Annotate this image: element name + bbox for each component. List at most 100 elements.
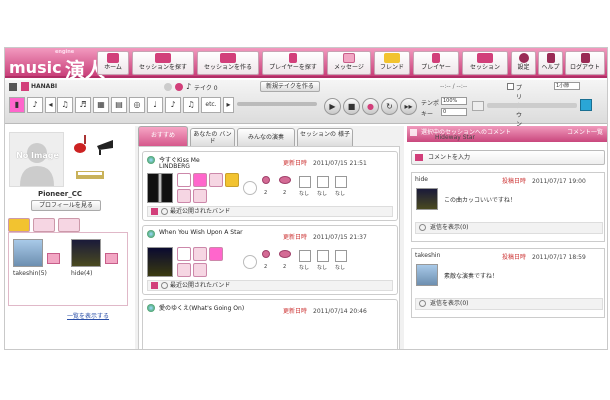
tab-recommended[interactable]: おすすめ bbox=[138, 126, 188, 146]
mixer-icon[interactable]: ▮ bbox=[9, 97, 25, 113]
friend-item[interactable]: hide(4) bbox=[71, 239, 123, 277]
fast-forward-button[interactable]: ▸▸ bbox=[400, 98, 417, 115]
nav-label: セッションを探す bbox=[138, 64, 187, 71]
nav-player-button[interactable]: プレイヤー bbox=[413, 51, 459, 75]
comment-input-label: コメントを入力 bbox=[428, 154, 471, 161]
session-card[interactable]: When You Wish Upon A Star 更新日時 2011/07/15… bbox=[142, 225, 398, 295]
show-replies-button[interactable]: 返信を表示(0) bbox=[415, 298, 603, 310]
comment-date-value: 2011/07/17 18:59 bbox=[532, 254, 586, 261]
nav-find-session-button[interactable]: セッションを探す bbox=[132, 51, 194, 75]
band-mini-icon bbox=[175, 83, 183, 91]
comment-text: この曲カッコいいですね！ bbox=[444, 197, 516, 204]
comment-input-button[interactable]: コメントを入力 bbox=[411, 150, 605, 165]
bass-part-icon bbox=[209, 173, 223, 187]
nav-create-session-button[interactable]: セッションを作る bbox=[197, 51, 259, 75]
count-in-select[interactable]: 1小節 bbox=[554, 82, 580, 90]
record-button[interactable]: ● bbox=[362, 98, 379, 115]
count-in-checkbox[interactable] bbox=[507, 83, 514, 90]
mail-icon[interactable] bbox=[47, 253, 60, 264]
guitar-icon bbox=[74, 135, 86, 153]
session-tab-icon[interactable] bbox=[58, 218, 80, 232]
view-profile-button[interactable]: プロフィールを見る bbox=[31, 200, 101, 211]
nav-message-button[interactable]: メッセージ bbox=[327, 51, 371, 75]
comment-text: 素敵な演奏ですね！ bbox=[444, 273, 499, 280]
comment-user[interactable]: takeshin bbox=[415, 252, 440, 259]
band-count: 2 bbox=[283, 190, 287, 196]
no-image-text: No Image bbox=[16, 151, 59, 160]
nav-help-button[interactable]: ヘルプ bbox=[538, 51, 563, 75]
nav-friend-button[interactable]: フレンド bbox=[374, 51, 410, 75]
updated-date: 更新日時 2011/07/15 21:51 bbox=[283, 158, 367, 167]
stat-value: なし bbox=[317, 265, 328, 271]
comment-column: 選択中のセッションへのコメント Hideway Star コメント一覧 コメント… bbox=[407, 126, 607, 349]
guitar-icon[interactable]: ♪ bbox=[27, 97, 43, 113]
session-card[interactable]: 愛のゆくえ(What's Going On) 更新日時 2011/07/14 20… bbox=[142, 299, 398, 349]
stat-value: なし bbox=[299, 191, 310, 197]
stat-box-1 bbox=[299, 250, 311, 262]
volume-slider[interactable] bbox=[487, 103, 577, 108]
nav-logout-button[interactable]: ログアウト bbox=[565, 51, 605, 75]
player-count: 2 bbox=[264, 264, 268, 270]
trumpet-icon[interactable]: ♪ bbox=[165, 97, 181, 113]
show-replies-label: 返信を表示(0) bbox=[430, 300, 469, 307]
song-title: When You Wish Upon A Star bbox=[159, 229, 243, 236]
seek-track[interactable] bbox=[237, 102, 317, 106]
date-label: 更新日時 bbox=[283, 234, 308, 241]
album-jacket bbox=[147, 173, 173, 203]
comment-item: hide 投稿日時 2011/07/17 19:00 この曲カッコいいですね！ 返… bbox=[411, 172, 605, 242]
rewind-icon[interactable] bbox=[9, 83, 17, 91]
bass-icon[interactable]: ♬ bbox=[75, 97, 91, 113]
keyboard-icon[interactable]: ▤ bbox=[111, 97, 127, 113]
volume-knob[interactable] bbox=[580, 99, 592, 111]
session-card[interactable]: 今すぐKiss Me LINDBERG 更新日時 2011/07/15 21:51… bbox=[142, 151, 398, 221]
message-icon bbox=[343, 53, 355, 63]
show-replies-button[interactable]: 返信を表示(0) bbox=[415, 222, 603, 234]
band-count: 2 bbox=[283, 264, 287, 270]
violin-icon[interactable]: ♫ bbox=[183, 97, 199, 113]
player-toolbar: HANABI ♪ テイク 0 新規テイクを作る --:-- / --:-- プリ… bbox=[5, 80, 607, 137]
friend-item[interactable]: takeshin(5) bbox=[13, 239, 65, 277]
recent-band-row[interactable]: 最近公開されたバンド bbox=[147, 280, 393, 291]
play-button[interactable]: ▶ bbox=[324, 98, 341, 115]
nav-home-button[interactable]: ホーム bbox=[97, 51, 129, 75]
see-all-link[interactable]: 一覧を表示する bbox=[67, 311, 109, 320]
comment-user[interactable]: hide bbox=[415, 176, 428, 183]
sax-icon[interactable]: ♩ bbox=[147, 97, 163, 113]
nav-settings-button[interactable]: 設定 bbox=[511, 51, 536, 75]
expand-icon[interactable] bbox=[161, 208, 168, 215]
globe-icon bbox=[147, 230, 155, 238]
player-icon bbox=[262, 176, 270, 184]
scroll-right-icon[interactable]: ▸ bbox=[223, 97, 234, 113]
nav-find-player-button[interactable]: プレイヤーを探す bbox=[262, 51, 324, 75]
key-select[interactable]: 0 bbox=[441, 108, 467, 116]
session-icon bbox=[477, 53, 493, 63]
nav-session-button[interactable]: セッション bbox=[462, 51, 508, 75]
player-tab-icon[interactable] bbox=[33, 218, 55, 232]
piano-icon[interactable]: ▦ bbox=[93, 97, 109, 113]
mail-icon[interactable] bbox=[105, 253, 118, 264]
song-artist: LINDBERG bbox=[159, 163, 190, 170]
recent-band-row[interactable]: 最近公開されたバンド bbox=[147, 206, 393, 217]
drum-part-icon bbox=[193, 263, 207, 277]
tab-everyone-performance[interactable]: みんなの演奏 bbox=[237, 128, 295, 146]
drum-icon[interactable]: ◎ bbox=[129, 97, 145, 113]
loading-icon bbox=[243, 181, 257, 195]
expand-icon bbox=[419, 300, 426, 307]
tab-your-band[interactable]: あなたの バンド bbox=[190, 128, 235, 146]
profile-column: No Image Pioneer_CC プロフィールを見る takeshin(5… bbox=[5, 126, 132, 349]
expand-icon[interactable] bbox=[161, 282, 168, 289]
comment-list-link[interactable]: コメント一覧 bbox=[567, 127, 603, 136]
loop-button[interactable]: ↻ bbox=[381, 98, 398, 115]
vocal-icon[interactable]: ♫ bbox=[57, 97, 73, 113]
tempo-select[interactable]: 100% bbox=[441, 97, 467, 105]
comment-part-icon bbox=[225, 173, 239, 187]
tempo-label: テンポ bbox=[421, 100, 440, 107]
etc-button[interactable]: etc. bbox=[201, 97, 221, 113]
scroll-left-icon[interactable]: ◂ bbox=[45, 97, 56, 113]
tab-session-status[interactable]: セッションの 様子 bbox=[297, 128, 353, 146]
stop-button[interactable]: ■ bbox=[343, 98, 360, 115]
take-label: テイク 0 bbox=[194, 85, 218, 92]
new-take-button[interactable]: 新規テイクを作る bbox=[260, 81, 320, 92]
friend-tab-icon[interactable] bbox=[8, 218, 30, 232]
band-icon bbox=[279, 176, 291, 184]
